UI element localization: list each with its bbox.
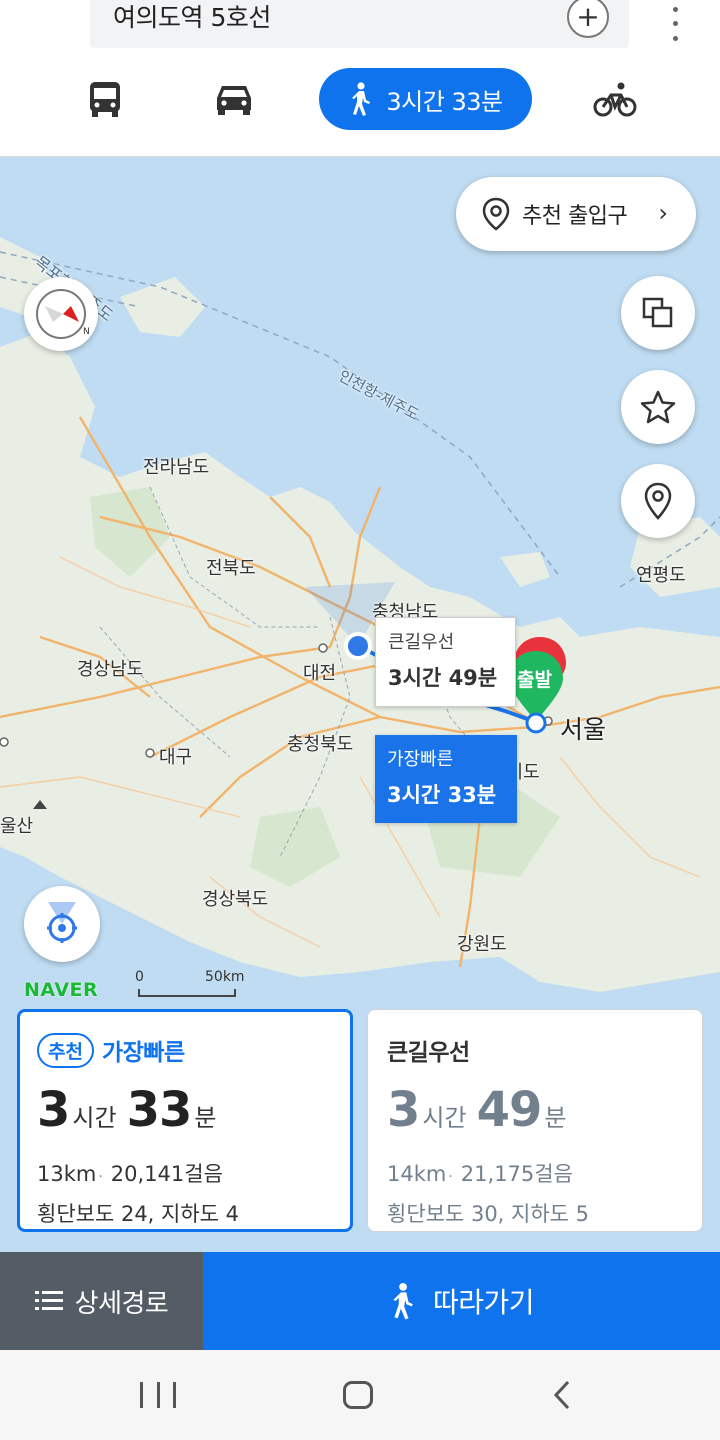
follow-label: 따라가기 xyxy=(432,1286,535,1319)
tab-walk[interactable]: 3시간 33분 xyxy=(319,68,532,130)
route-tip-time: 3시간 33분 xyxy=(387,783,497,807)
route-title: 큰길우선 xyxy=(387,1040,470,1066)
more-options-icon[interactable] xyxy=(660,2,690,46)
route-crossings: 횡단보도 30, 지하도 5 xyxy=(387,1202,590,1226)
route-steps: 20,141걸음 xyxy=(110,1162,223,1186)
route-distance-steps: 14km · 21,175걸음 xyxy=(387,1158,702,1188)
hour-unit: 시간 xyxy=(422,1104,467,1132)
bus-icon xyxy=(90,82,120,117)
layers-button[interactable] xyxy=(621,276,695,350)
duration-hours: 3 xyxy=(37,1082,70,1138)
svg-text:N: N xyxy=(83,327,90,337)
hour-unit: 시간 xyxy=(72,1104,117,1132)
minute-unit: 분 xyxy=(544,1104,567,1132)
location-pin-icon xyxy=(644,482,672,520)
route-crossings: 횡단보도 24, 지하도 4 xyxy=(37,1202,240,1226)
map-pin-icon xyxy=(482,197,510,231)
region-label: 충청북도 xyxy=(287,734,354,755)
compass-icon: N xyxy=(36,289,90,339)
bicycle-icon xyxy=(593,82,637,117)
scale-bar xyxy=(138,989,236,997)
route-tip-name: 가장빠른 xyxy=(387,749,454,770)
chevron-right-icon: › xyxy=(658,199,668,227)
region-label: 전라남도 xyxy=(143,457,210,478)
route-search-box[interactable]: 여의도역 5호선 + xyxy=(90,0,629,48)
city-label: 대전 xyxy=(303,663,337,684)
route-distance-steps: 13km · 20,141걸음 xyxy=(37,1158,350,1188)
island-label: 연평도 xyxy=(636,565,686,586)
recommended-badge: 추천 xyxy=(37,1032,94,1068)
route-card-fastest[interactable]: 추천 가장빠른 3 시간 33 분 13km · 20,141걸음 횡단보도 24, 지하… xyxy=(17,1009,353,1232)
favorites-button[interactable] xyxy=(621,370,695,444)
start-marker-label: 출발 xyxy=(517,669,552,691)
map-scale: 0 50km xyxy=(135,969,255,999)
car-icon xyxy=(217,86,251,115)
route-duration: 3 시간 49 분 xyxy=(387,1082,702,1138)
tab-transit[interactable] xyxy=(78,68,132,130)
naver-logo: NAVER xyxy=(24,979,99,1001)
my-location-button[interactable] xyxy=(24,886,100,962)
route-distance: 13km xyxy=(37,1162,97,1186)
city-label: 울산 xyxy=(0,816,34,837)
route-tip-name: 큰길우선 xyxy=(388,632,455,653)
walk-icon xyxy=(352,82,371,116)
walk-icon xyxy=(393,1283,413,1320)
minute-unit: 분 xyxy=(194,1104,217,1132)
system-navigation-bar xyxy=(0,1350,720,1440)
route-tip-time: 3시간 49분 xyxy=(388,666,498,690)
entrance-label: 추천 출입구 xyxy=(522,204,628,229)
route-steps: 21,175걸음 xyxy=(460,1162,573,1186)
separator-dot: · xyxy=(448,1169,453,1185)
region-label: 경상북도 xyxy=(202,889,269,910)
top-bar: 여의도역 5호선 + 3시간 33분 xyxy=(0,0,720,157)
scale-zero-label: 0 xyxy=(135,969,144,985)
route-tip-fastest[interactable]: 가장빠른 3시간 33분 xyxy=(375,735,517,823)
tab-car[interactable] xyxy=(206,68,262,130)
home-icon[interactable] xyxy=(343,1381,373,1409)
transport-mode-tabs: 3시간 33분 xyxy=(0,68,720,132)
route-detail-label: 상세경로 xyxy=(74,1288,169,1319)
route-distance: 14km xyxy=(387,1162,447,1186)
back-icon[interactable] xyxy=(548,1380,578,1410)
route-detail-button[interactable]: 상세경로 xyxy=(0,1252,203,1350)
follow-navigation-button[interactable]: 따라가기 xyxy=(203,1252,720,1350)
duration-minutes: 49 xyxy=(476,1082,543,1138)
location-heading-icon xyxy=(47,902,77,943)
city-label: 서울 xyxy=(560,715,607,744)
layers-icon xyxy=(642,297,673,328)
tab-bicycle[interactable] xyxy=(588,68,642,130)
region-label: 경상남도 xyxy=(77,659,144,680)
star-icon xyxy=(640,390,676,424)
list-icon xyxy=(34,1291,63,1310)
recent-apps-icon[interactable] xyxy=(140,1382,176,1408)
recommended-entrance-button[interactable]: 추천 출입구 › xyxy=(456,177,696,251)
route-title: 가장빠른 xyxy=(101,1040,185,1066)
region-label: 전북도 xyxy=(206,558,256,579)
region-label: 강원도 xyxy=(457,934,507,955)
compass-button[interactable]: N xyxy=(24,277,98,351)
city-label: 대구 xyxy=(159,747,193,768)
route-card-main-road[interactable]: 큰길우선 3 시간 49 분 14km · 21,175걸음 횡단보도 30, 지하도 5 xyxy=(367,1009,703,1232)
walk-duration-label: 3시간 33분 xyxy=(386,87,503,116)
duration-minutes: 33 xyxy=(126,1082,193,1138)
destination-field[interactable]: 여의도역 5호선 xyxy=(113,0,271,34)
duration-hours: 3 xyxy=(387,1082,420,1138)
location-pin-button[interactable] xyxy=(621,464,695,538)
scale-distance-label: 50km xyxy=(205,969,245,985)
route-duration: 3 시간 33 분 xyxy=(37,1082,350,1138)
separator-dot: · xyxy=(98,1169,103,1185)
add-waypoint-button[interactable]: + xyxy=(567,0,609,38)
route-tip-main-road[interactable]: 큰길우선 3시간 49분 xyxy=(375,617,516,707)
